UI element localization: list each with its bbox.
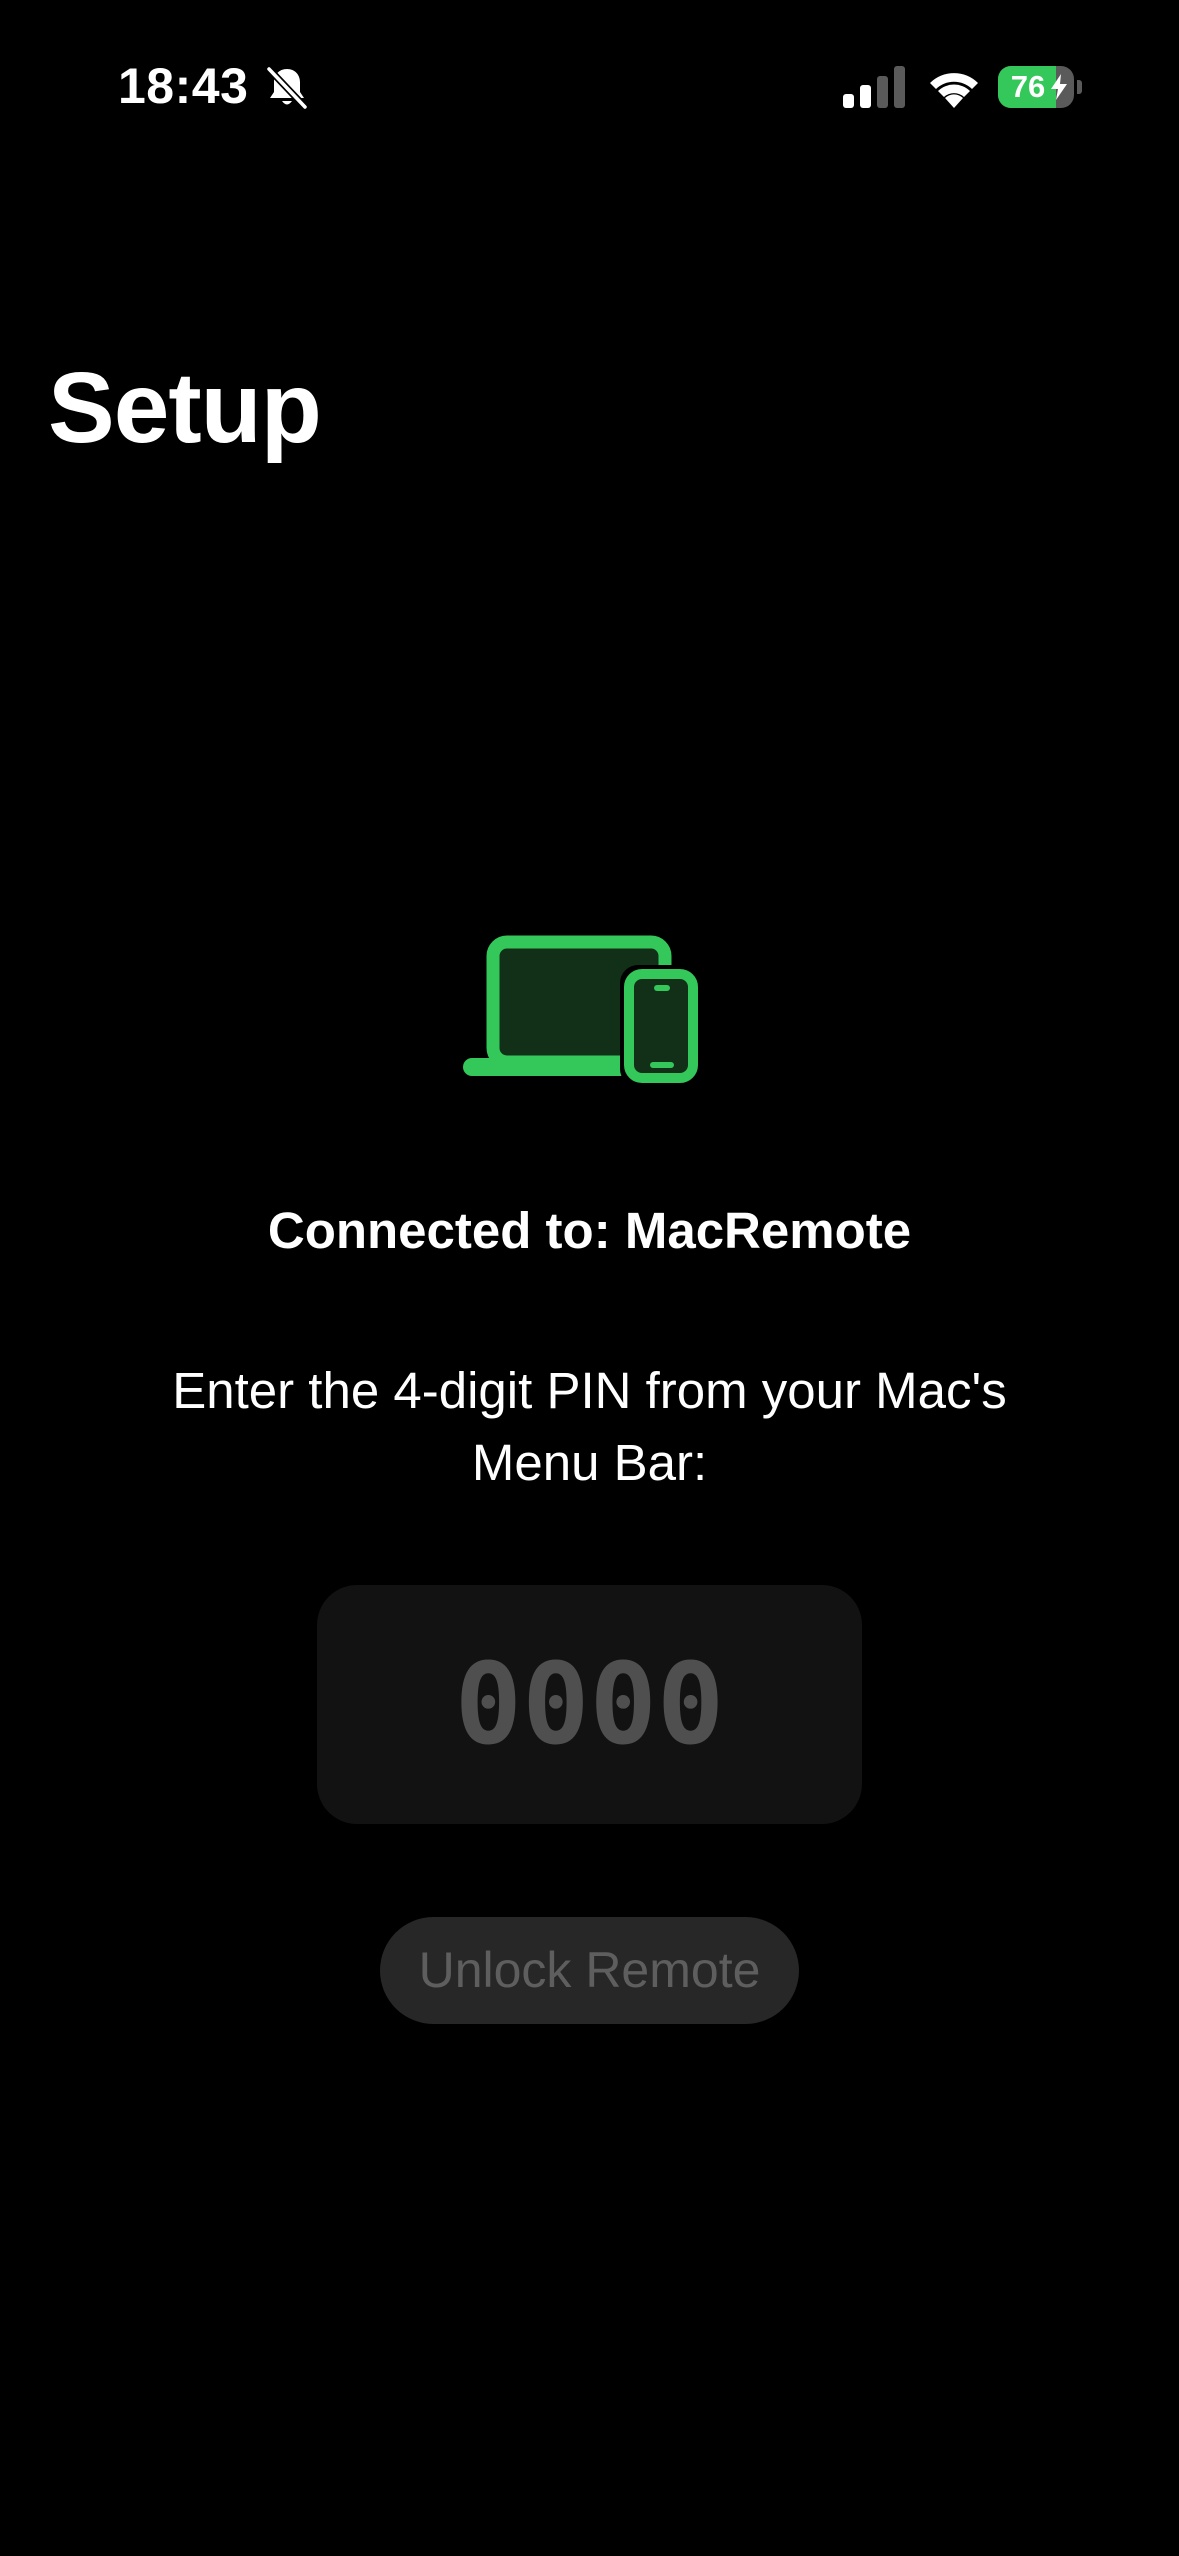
cellular-signal-icon: [843, 66, 905, 108]
charging-bolt-icon: [1051, 74, 1067, 100]
battery-percent: 76: [1010, 69, 1046, 104]
battery-cap: [1077, 80, 1082, 94]
pin-instruction-text: Enter the 4-digit PIN from your Mac's Me…: [172, 1362, 1007, 1491]
status-time: 18:43: [118, 58, 249, 114]
battery-indicator: 76: [998, 66, 1082, 108]
unlock-remote-button[interactable]: Unlock Remote: [380, 1917, 799, 2024]
bell-slash-icon: [265, 65, 309, 111]
laptop-and-phone-icon: [463, 935, 702, 1087]
status-bar: 18:43 76: [0, 0, 1179, 176]
wifi-icon: [930, 73, 978, 108]
connection-status-label: Connected to: MacRemote: [267, 1202, 912, 1259]
pin-input[interactable]: [317, 1585, 862, 1824]
page-title: Setup: [48, 352, 322, 464]
